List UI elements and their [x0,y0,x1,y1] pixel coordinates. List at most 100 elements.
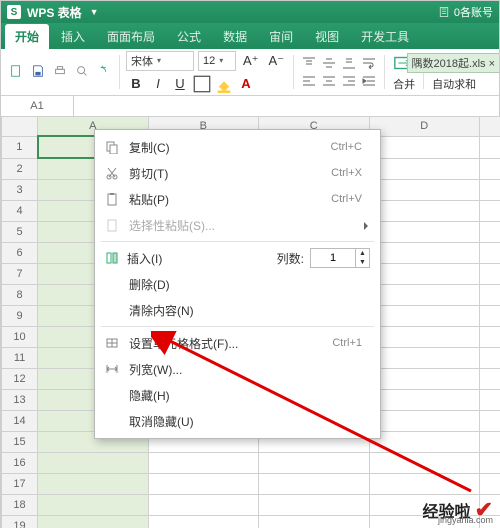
account-button[interactable]: 0各账号 [438,4,493,20]
ribbon-tab-6[interactable]: 视图 [305,24,349,49]
cell[interactable] [479,222,500,243]
spinner-up-icon[interactable]: ▲ [355,249,369,258]
cell[interactable] [369,180,479,201]
cell[interactable] [479,453,500,474]
cell[interactable] [369,243,479,264]
new-file-icon[interactable] [7,62,25,83]
save-icon[interactable] [29,62,47,83]
cell[interactable] [148,453,258,474]
open-file-tab[interactable]: 隅数2018起.xls × [407,53,499,73]
ribbon-tab-3[interactable]: 公式 [167,24,211,49]
menu-clear[interactable]: 清除内容(N) [95,297,380,323]
cell[interactable] [369,222,479,243]
menu-column-width[interactable]: 列宽(W)... [95,356,380,382]
row-header-2[interactable]: 2 [2,158,38,180]
row-header-5[interactable]: 5 [2,222,38,243]
cell[interactable] [479,136,500,158]
cell[interactable] [369,285,479,306]
col-header-E[interactable]: E [479,117,500,137]
row-header-4[interactable]: 4 [2,201,38,222]
row-header-7[interactable]: 7 [2,264,38,285]
decrease-font-button[interactable]: A⁻ [266,53,288,69]
menu-paste[interactable]: 粘贴(P) Ctrl+V [95,186,380,212]
cell[interactable] [369,411,479,432]
cell[interactable] [259,495,369,516]
cell[interactable] [369,136,479,158]
cell[interactable] [369,453,479,474]
app-menu-dropdown-icon[interactable]: ▼ [90,7,99,17]
cell[interactable] [479,201,500,222]
row-header-10[interactable]: 10 [2,327,38,348]
cell[interactable] [369,327,479,348]
cell[interactable] [479,432,500,453]
row-header-9[interactable]: 9 [2,306,38,327]
cell[interactable] [369,306,479,327]
select-all-corner[interactable] [2,117,38,137]
cell[interactable] [479,243,500,264]
row-header-16[interactable]: 16 [2,453,38,474]
cell[interactable] [369,158,479,180]
fill-color-button[interactable] [214,74,234,94]
ribbon-tab-4[interactable]: 数据 [213,24,257,49]
cell[interactable] [369,432,479,453]
border-button[interactable] [192,74,212,94]
align-middle-button[interactable] [320,55,338,71]
ribbon-tab-2[interactable]: 面面布局 [97,24,165,49]
menu-delete[interactable]: 删除(D) [95,271,380,297]
menu-insert[interactable]: 插入(I) 列数: ▲▼ [95,245,380,271]
insert-count-input[interactable] [311,251,355,265]
cell[interactable] [479,264,500,285]
cell[interactable] [148,474,258,495]
row-header-17[interactable]: 17 [2,474,38,495]
cell[interactable] [259,516,369,528]
cell[interactable] [369,390,479,411]
menu-copy[interactable]: 复制(C) Ctrl+C [95,134,380,160]
ribbon-tab-7[interactable]: 开发工具 [351,24,419,49]
font-size-select[interactable]: 12▾ [198,51,236,71]
align-bottom-button[interactable] [340,55,358,71]
row-header-8[interactable]: 8 [2,285,38,306]
menu-format-cells[interactable]: 设置单元格格式(F)... Ctrl+1 [95,330,380,356]
cell[interactable] [38,495,148,516]
ribbon-tab-0[interactable]: 开始 [5,24,49,49]
print-preview-icon[interactable] [73,62,91,83]
italic-button[interactable]: I [148,74,168,94]
col-header-D[interactable]: D [369,117,479,137]
align-right-button[interactable] [340,73,358,89]
row-header-6[interactable]: 6 [2,243,38,264]
align-left-button[interactable] [300,73,318,89]
cell[interactable] [369,369,479,390]
cell[interactable] [479,369,500,390]
spinner-down-icon[interactable]: ▼ [355,258,369,267]
print-icon[interactable] [51,62,69,83]
row-header-1[interactable]: 1 [2,136,38,158]
cell[interactable] [479,411,500,432]
cell[interactable] [479,180,500,201]
insert-count-spinner[interactable]: ▲▼ [310,248,370,268]
cell[interactable] [479,348,500,369]
font-name-select[interactable]: 宋体▾ [126,51,194,71]
ribbon-tab-1[interactable]: 插入 [51,24,95,49]
menu-hide[interactable]: 隐藏(H) [95,382,380,408]
menu-cut[interactable]: 剪切(T) Ctrl+X [95,160,380,186]
ribbon-tab-5[interactable]: 宙间 [259,24,303,49]
cell[interactable] [479,474,500,495]
cell[interactable] [479,285,500,306]
row-header-14[interactable]: 14 [2,411,38,432]
row-header-11[interactable]: 11 [2,348,38,369]
undo-icon[interactable] [95,62,113,83]
cell[interactable] [38,474,148,495]
cell[interactable] [38,516,148,528]
cell[interactable] [479,390,500,411]
bold-button[interactable]: B [126,74,146,94]
cell[interactable] [479,306,500,327]
wrap-text-button[interactable] [360,55,378,71]
cell[interactable] [369,201,479,222]
row-header-15[interactable]: 15 [2,432,38,453]
cell[interactable] [369,348,479,369]
menu-unhide[interactable]: 取消隐藏(U) [95,408,380,434]
align-center-button[interactable] [320,73,338,89]
cell[interactable] [259,453,369,474]
cell[interactable] [479,327,500,348]
row-header-3[interactable]: 3 [2,180,38,201]
